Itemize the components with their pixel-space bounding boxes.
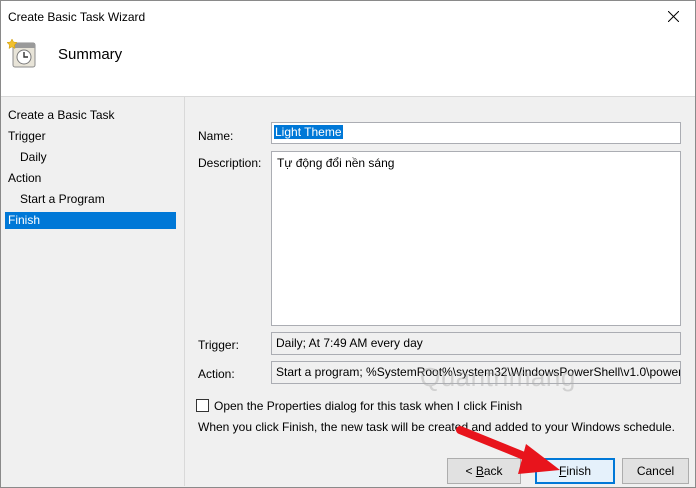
finish-info-text: When you click Finish, the new task will… (198, 420, 675, 434)
name-field[interactable]: Light Theme (271, 122, 681, 144)
name-label: Name: (198, 129, 234, 143)
name-value: Light Theme (274, 125, 343, 139)
wizard-window: Create Basic Task Wizard Summary Create … (0, 0, 696, 488)
step-finish[interactable]: Finish (5, 212, 176, 229)
step-daily[interactable]: Daily (5, 149, 176, 166)
red-arrow-annotation (456, 426, 560, 474)
close-button[interactable] (651, 1, 695, 32)
description-field[interactable]: Tự động đổi nền sáng (271, 151, 681, 326)
trigger-field: Daily; At 7:49 AM every day (271, 332, 681, 355)
step-start-a-program[interactable]: Start a Program (5, 191, 176, 208)
task-scheduler-icon (7, 38, 36, 68)
step-create-basic-task[interactable]: Create a Basic Task (5, 107, 176, 124)
step-trigger[interactable]: Trigger (5, 128, 176, 145)
trigger-label: Trigger: (198, 338, 239, 352)
trigger-value: Daily; At 7:49 AM every day (276, 336, 423, 350)
cancel-button[interactable]: Cancel (622, 458, 689, 484)
open-properties-checkbox[interactable] (196, 399, 209, 412)
wizard-header: Summary (1, 32, 695, 97)
open-properties-label[interactable]: Open the Properties dialog for this task… (214, 399, 522, 413)
description-value: Tự động đổi nền sáng (277, 156, 395, 170)
finish-rest: inish (566, 464, 592, 478)
close-icon (667, 11, 679, 22)
description-label: Description: (198, 156, 262, 170)
page-title: Summary (58, 46, 123, 63)
watermark: Quantrimang (420, 362, 576, 392)
window-title: Create Basic Task Wizard (8, 10, 146, 24)
action-label: Action: (198, 367, 235, 381)
step-action[interactable]: Action (5, 170, 176, 187)
wizard-steps-panel: Create a Basic Task Trigger Daily Action… (1, 97, 185, 486)
title-bar: Create Basic Task Wizard (1, 1, 695, 32)
